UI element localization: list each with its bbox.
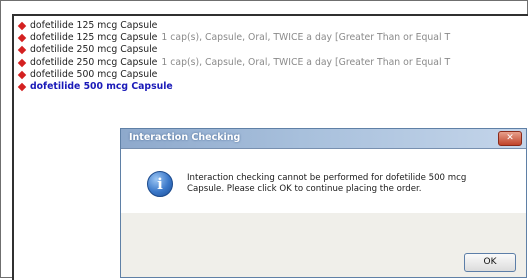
order-item[interactable]: dofetilide 125 mcg Capsule [16,20,450,32]
close-icon: ✕ [506,133,514,143]
order-name: dofetilide 250 mcg Capsule [30,44,158,56]
order-name: dofetilide 125 mcg Capsule [30,32,158,44]
dialog-message: Interaction checking cannot be performed… [187,173,487,195]
order-name: dofetilide 250 mcg Capsule [30,56,158,68]
order-item[interactable]: dofetilide 250 mcg Capsule [16,44,450,56]
ok-button[interactable]: OK [464,253,516,272]
info-icon: i [147,171,173,197]
dialog-button-bar: OK [121,213,526,277]
order-item[interactable]: dofetilide 125 mcg Capsule 1 cap(s), Cap… [16,32,450,44]
close-button[interactable]: ✕ [498,131,522,146]
message-line: Capsule. Please click OK to continue pla… [187,184,422,194]
red-diamond-icon [17,46,27,55]
order-name: dofetilide 500 mcg Capsule [30,81,173,93]
order-name: dofetilide 500 mcg Capsule [30,68,158,80]
order-name: dofetilide 125 mcg Capsule [30,20,158,32]
dialog-content: i Interaction checking cannot be perform… [121,149,526,213]
red-diamond-icon [17,70,27,80]
order-list: dofetilide 125 mcg Capsule dofetilide 12… [16,20,450,93]
red-diamond-icon [17,34,27,43]
interaction-checking-dialog: Interaction Checking ✕ i Interaction che… [120,128,527,278]
message-line: Interaction checking cannot be performed… [187,173,467,183]
order-item-selected[interactable]: dofetilide 500 mcg Capsule [16,81,450,93]
order-detail: 1 cap(s), Capsule, Oral, TWICE a day [Gr… [161,32,451,44]
red-diamond-icon [17,21,27,31]
red-diamond-icon [17,58,27,67]
red-diamond-icon [17,82,27,92]
order-detail: 1 cap(s), Capsule, Oral, TWICE a day [Gr… [161,56,451,68]
order-item[interactable]: dofetilide 250 mcg Capsule 1 cap(s), Cap… [16,57,450,69]
dialog-title-bar[interactable]: Interaction Checking ✕ [121,129,526,149]
dialog-title: Interaction Checking [129,132,241,143]
order-item[interactable]: dofetilide 500 mcg Capsule [16,69,450,81]
